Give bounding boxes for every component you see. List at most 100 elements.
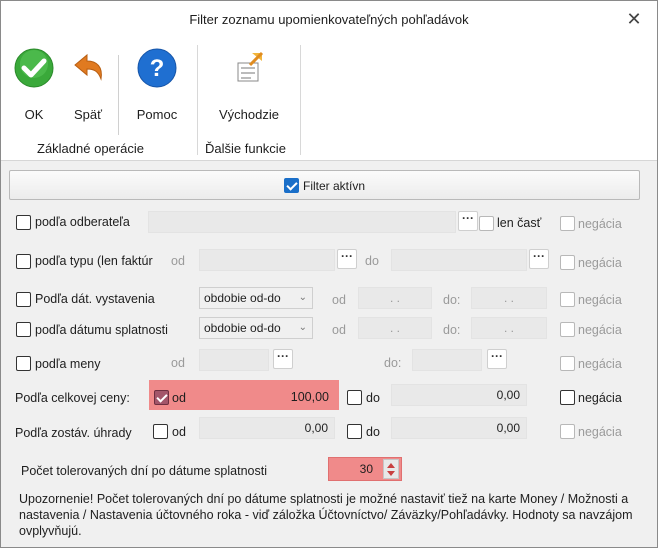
remaining-from-label: od xyxy=(172,425,186,439)
filter-active-checkbox[interactable] xyxy=(283,178,299,193)
due-date-period-value: obdobie od-do xyxy=(204,321,281,335)
chevron-down-icon: ⌄ xyxy=(298,292,307,303)
remaining-to-label: do xyxy=(366,425,380,439)
due-date-checkbox[interactable] xyxy=(16,322,31,337)
type-from-field[interactable] xyxy=(199,249,335,271)
customer-negation-checkbox[interactable] xyxy=(560,216,575,231)
type-to-label: do xyxy=(365,254,379,268)
title-bar: Filter zoznamu upomienkovateľných pohľad… xyxy=(1,1,657,37)
currency-label: podľa meny xyxy=(35,357,101,371)
issue-date-period-value: obdobie od-do xyxy=(204,291,281,305)
customer-field[interactable] xyxy=(148,211,456,233)
filter-active-label: Filter aktívn xyxy=(302,179,365,193)
tolerance-label: Počet tolerovaných dní po dátume splatno… xyxy=(21,464,267,478)
remaining-label: Podľa zostáv. úhrady xyxy=(15,426,132,440)
type-checkbox[interactable] xyxy=(16,254,31,269)
due-date-negation-label: negácia xyxy=(578,323,622,337)
issue-date-negation-checkbox[interactable] xyxy=(560,292,575,307)
total-price-from-field[interactable]: 100,00 xyxy=(201,390,329,404)
type-negation-label: negácia xyxy=(578,256,622,270)
currency-to-browse-button[interactable]: ··· xyxy=(487,349,507,369)
due-date-negation-checkbox[interactable] xyxy=(560,322,575,337)
currency-from-browse-button[interactable]: ··· xyxy=(273,349,293,369)
ribbon: OK Späť ? Pomoc Východzie Základné operá… xyxy=(1,37,657,161)
group-separator xyxy=(300,45,301,155)
remaining-from-field[interactable]: 0,00 xyxy=(199,417,335,439)
defaults-button[interactable]: Východzie xyxy=(211,47,287,122)
arrow-down-icon[interactable] xyxy=(387,471,395,476)
type-to-browse-button[interactable]: ··· xyxy=(529,249,549,269)
issue-date-checkbox[interactable] xyxy=(16,292,31,307)
arrow-up-icon[interactable] xyxy=(387,463,395,468)
help-label: Pomoc xyxy=(136,107,178,122)
currency-from-field[interactable] xyxy=(199,349,269,371)
undo-arrow-icon xyxy=(74,53,102,81)
ok-label: OK xyxy=(24,107,44,122)
chevron-down-icon: ⌄ xyxy=(298,322,307,333)
issue-date-negation-label: negácia xyxy=(578,293,622,307)
type-label: podľa typu (len faktúr xyxy=(35,254,153,268)
dialog-window: Filter zoznamu upomienkovateľných pohľad… xyxy=(0,0,658,548)
tolerance-value: 30 xyxy=(359,462,373,476)
due-date-to-field[interactable]: . . xyxy=(471,317,547,339)
help-button[interactable]: ? Pomoc xyxy=(129,47,185,122)
back-button[interactable]: Späť xyxy=(65,47,111,122)
due-date-from-field[interactable]: . . xyxy=(358,317,432,339)
total-price-from-checkbox[interactable] xyxy=(154,390,169,405)
check-icon xyxy=(14,48,54,88)
due-date-from-label: od xyxy=(332,323,346,337)
remaining-from-checkbox[interactable] xyxy=(153,424,168,439)
customer-negation-label: negácia xyxy=(578,217,622,231)
remaining-negation-checkbox[interactable] xyxy=(560,424,575,439)
due-date-period-select[interactable]: obdobie od-do ⌄ xyxy=(199,317,313,339)
currency-negation-checkbox[interactable] xyxy=(560,356,575,371)
issue-date-period-select[interactable]: obdobie od-do ⌄ xyxy=(199,287,313,309)
filter-active-inner: Filter aktívn xyxy=(10,178,639,193)
type-negation-checkbox[interactable] xyxy=(560,255,575,270)
issue-date-label: Podľa dát. vystavenia xyxy=(35,292,155,306)
due-date-to-label: do: xyxy=(443,323,461,337)
type-from-label: od xyxy=(171,254,185,268)
remaining-negation-label: negácia xyxy=(578,425,622,439)
currency-to-label: do: xyxy=(384,356,402,370)
form-defaults-icon xyxy=(237,51,264,82)
stepper-arrows[interactable] xyxy=(383,459,399,479)
total-price-negation-checkbox[interactable] xyxy=(560,390,575,405)
ok-button[interactable]: OK xyxy=(11,47,57,122)
currency-negation-label: negácia xyxy=(578,357,622,371)
defaults-label: Východzie xyxy=(219,107,279,122)
customer-label: podľa odberateľa xyxy=(35,215,130,229)
total-price-to-label: do xyxy=(366,391,380,405)
issue-date-from-field[interactable]: . . xyxy=(358,287,432,309)
total-price-label: Podľa celkovej ceny: xyxy=(15,391,130,405)
due-date-label: podľa dátumu splatnosti xyxy=(35,323,168,337)
total-price-from-label: od xyxy=(172,391,186,405)
group-label-basic: Základné operácie xyxy=(37,141,144,156)
question-icon: ? xyxy=(137,48,177,88)
issue-date-to-field[interactable]: . . xyxy=(471,287,547,309)
currency-to-field[interactable] xyxy=(412,349,482,371)
currency-checkbox[interactable] xyxy=(16,356,31,371)
group-separator xyxy=(197,45,198,155)
close-icon[interactable]: ✕ xyxy=(625,10,643,28)
group-label-more: Ďalšie funkcie xyxy=(205,141,286,156)
partial-checkbox[interactable] xyxy=(479,216,494,231)
customer-browse-button[interactable]: ··· xyxy=(458,211,478,231)
ribbon-separator xyxy=(118,55,119,135)
type-to-field[interactable] xyxy=(391,249,527,271)
issue-date-to-label: do: xyxy=(443,293,461,307)
type-from-browse-button[interactable]: ··· xyxy=(337,249,357,269)
total-price-negation-label: negácia xyxy=(578,391,622,405)
tolerance-stepper[interactable]: 30 xyxy=(328,457,402,481)
window-title: Filter zoznamu upomienkovateľných pohľad… xyxy=(189,12,469,27)
back-label: Späť xyxy=(73,107,102,122)
partial-label: len časť xyxy=(497,216,542,230)
currency-from-label: od xyxy=(171,356,185,370)
total-price-to-field[interactable]: 0,00 xyxy=(391,384,527,406)
customer-checkbox[interactable] xyxy=(16,215,31,230)
total-price-to-checkbox[interactable] xyxy=(347,390,362,405)
remaining-to-checkbox[interactable] xyxy=(347,424,362,439)
svg-text:?: ? xyxy=(150,55,165,82)
filter-active-toggle[interactable]: Filter aktívn xyxy=(9,170,640,200)
remaining-to-field[interactable]: 0,00 xyxy=(391,417,527,439)
